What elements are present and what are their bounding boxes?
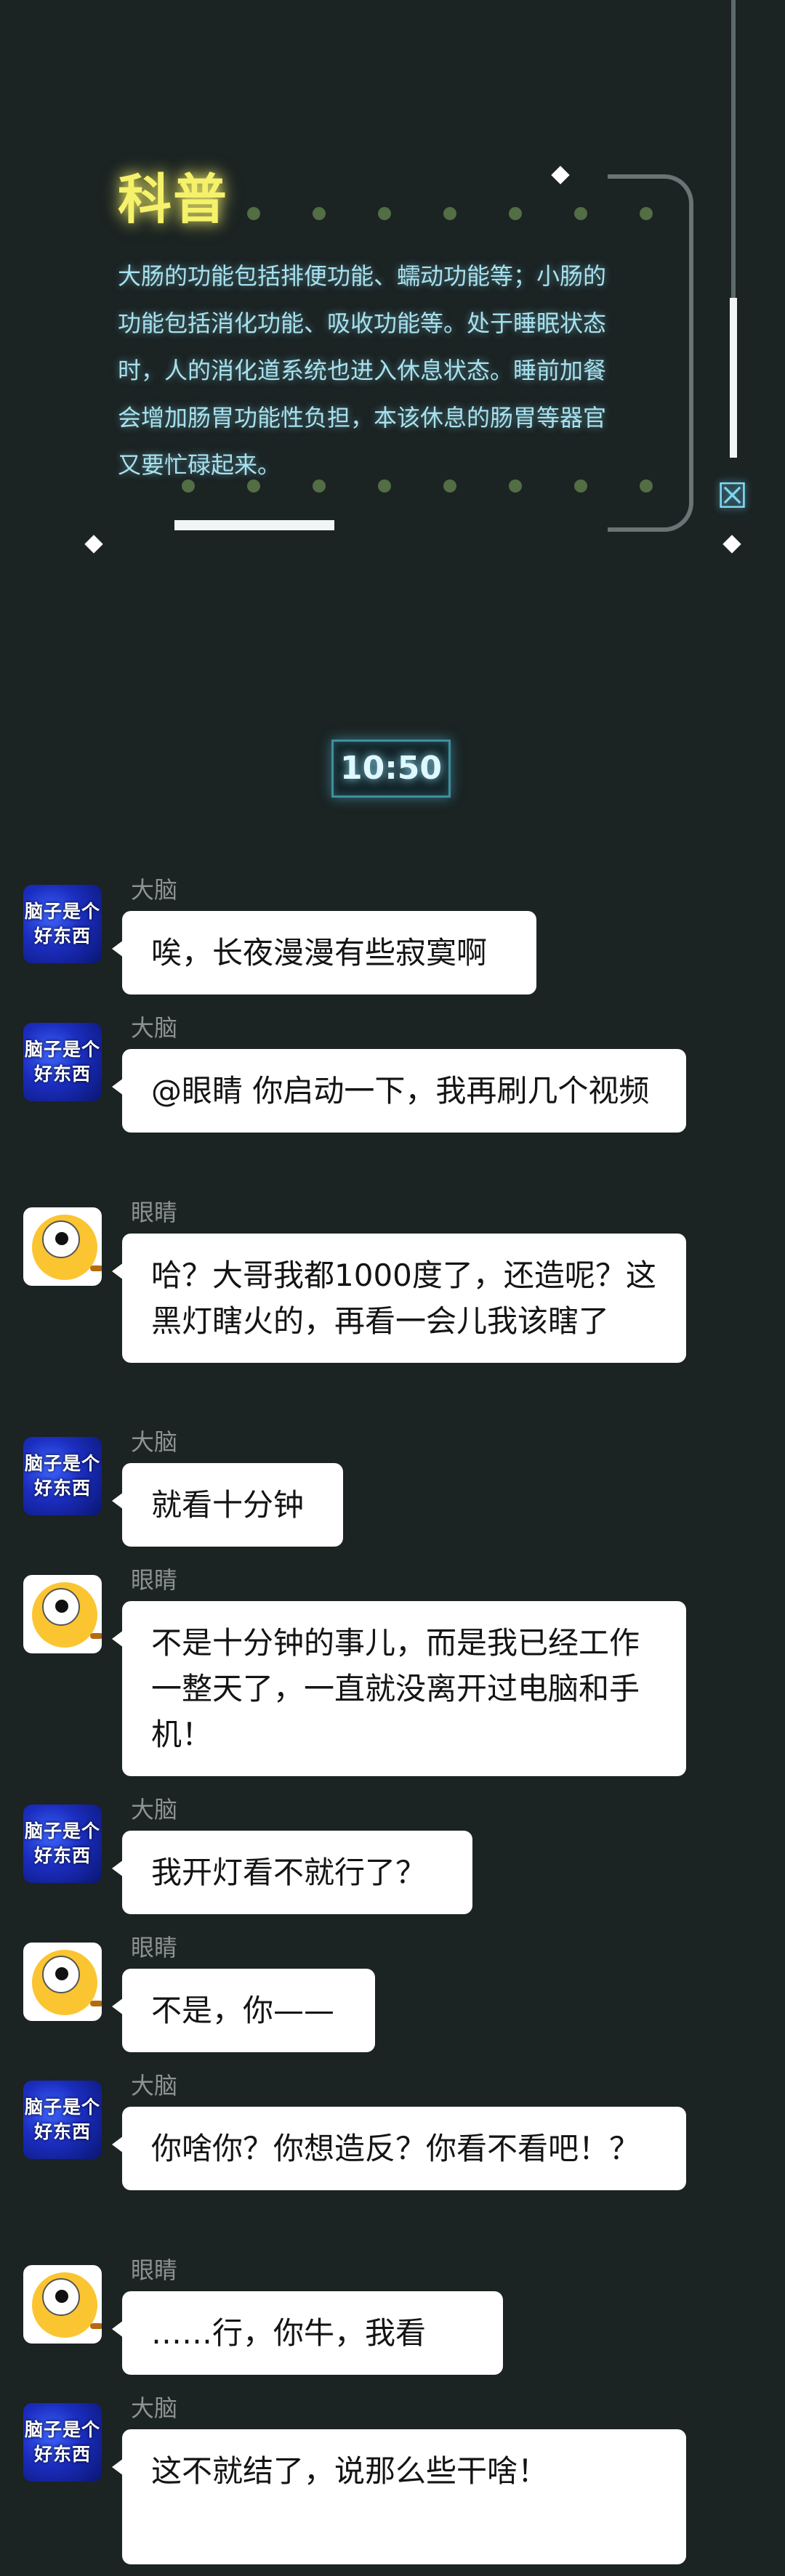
dot-decor [509, 207, 522, 220]
sender-name: 眼睛 [131, 2256, 178, 2284]
message-bubble[interactable]: 唉，长夜漫漫有些寂寞啊 [112, 911, 536, 995]
dot-decor [443, 207, 456, 220]
sender-name: 眼睛 [131, 1934, 178, 1961]
message-bubble[interactable]: @眼睛 你启动一下，我再刷几个视频 [112, 1049, 686, 1133]
diamond-decor [551, 166, 570, 185]
avatar-brain-label: 脑子是个 好东西 [24, 1453, 100, 1499]
avatar-eye[interactable] [23, 2265, 102, 2344]
time-badge: 10:50 [331, 740, 451, 798]
sender-name: 大脑 [131, 876, 178, 904]
avatar-brain[interactable]: 脑子是个 好东西 [23, 1437, 102, 1515]
dot-decor [378, 207, 391, 220]
diamond-decor [722, 535, 741, 554]
science-title: 科普 [118, 169, 228, 231]
message-bubble[interactable]: 这不就结了，说那么些干啥！ [112, 2429, 686, 2564]
box-x-icon: ☒ [717, 476, 749, 517]
sender-name: 眼睛 [131, 1199, 178, 1226]
sender-name: 大脑 [131, 1428, 178, 1456]
dot-decor [247, 207, 260, 220]
avatar-eye[interactable] [23, 1575, 102, 1653]
avatar-brain[interactable]: 脑子是个 好东西 [23, 1023, 102, 1101]
message-bubble[interactable]: 不是，你—— [112, 1969, 375, 2052]
avatar-brain-label: 脑子是个 好东西 [24, 2097, 100, 2142]
sender-name: 大脑 [131, 2072, 178, 2099]
sender-name: 大脑 [131, 1014, 178, 1042]
dot-decor [313, 207, 326, 220]
message-bubble[interactable]: ……行，你牛，我看 [112, 2291, 503, 2375]
dot-decor [640, 207, 653, 220]
science-body: 大肠的功能包括排便功能、蠕动功能等；小肠的 功能包括消化功能、吸收功能等。处于睡… [118, 262, 607, 479]
avatar-brain-label: 脑子是个 好东西 [24, 1820, 100, 1866]
avatar-brain[interactable]: 脑子是个 好东西 [23, 2081, 102, 2159]
message-bubble[interactable]: 哈？大哥我都1000度了，还造呢？这黑灯瞎火的，再看一会儿我该瞎了 [112, 1234, 686, 1363]
message-bubble[interactable]: 我开灯看不就行了？ [112, 1831, 472, 1914]
sender-name: 眼睛 [131, 1566, 178, 1594]
message-bubble[interactable]: 就看十分钟 [112, 1463, 343, 1547]
sender-name: 大脑 [131, 1796, 178, 1823]
avatar-brain[interactable]: 脑子是个 好东西 [23, 1805, 102, 1883]
avatar-eye[interactable] [23, 1943, 102, 2021]
avatar-brain[interactable]: 脑子是个 好东西 [23, 2403, 102, 2482]
avatar-eye[interactable] [23, 1207, 102, 1286]
avatar-brain-label: 脑子是个 好东西 [24, 2419, 100, 2465]
diamond-decor [84, 535, 103, 554]
dot-decor [574, 207, 587, 220]
card-bottom-bar [174, 520, 334, 530]
vertical-line-highlight [730, 298, 737, 458]
avatar-brain[interactable]: 脑子是个 好东西 [23, 885, 102, 963]
message-bubble[interactable]: 你啥你？你想造反？你看不看吧！？ [112, 2107, 686, 2190]
sender-name: 大脑 [131, 2394, 178, 2422]
avatar-brain-label: 脑子是个 好东西 [24, 1039, 100, 1085]
message-bubble[interactable]: 不是十分钟的事儿，而是我已经工作一整天了，一直就没离开过电脑和手机！ [112, 1601, 686, 1776]
avatar-brain-label: 脑子是个 好东西 [24, 901, 100, 947]
